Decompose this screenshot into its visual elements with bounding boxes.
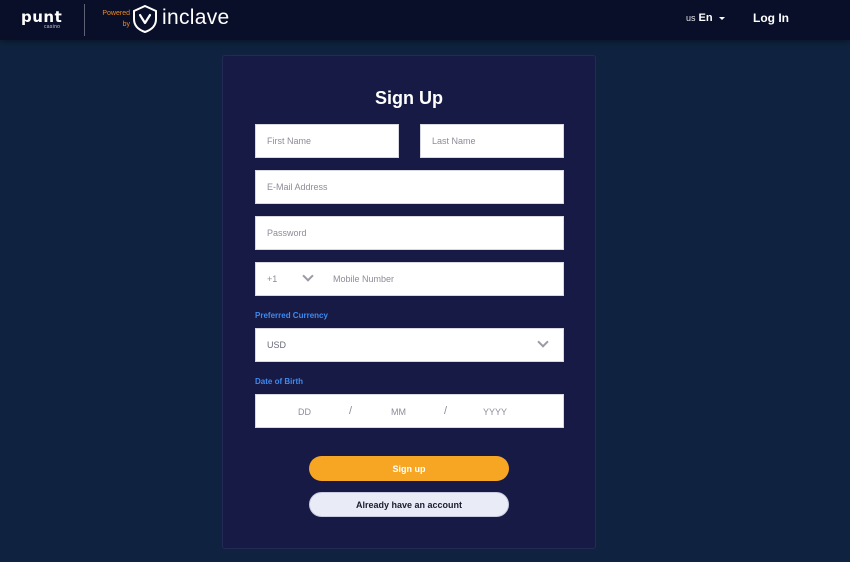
powered-by-text: Powered by [94,8,130,30]
signup-card: Sign Up First Name Last Name E-Mail Addr… [222,55,596,549]
brand-divider [84,4,85,36]
email-input[interactable]: E-Mail Address [255,170,564,204]
punt-logo-subtext: casino [44,24,61,30]
preferred-currency-label: Preferred Currency [255,311,328,320]
date-of-birth-field: DD / MM / YYYY [255,394,564,428]
password-input[interactable]: Password [255,216,564,250]
dob-month-input[interactable]: MM [391,407,406,417]
already-have-account-button[interactable]: Already have an account [309,492,509,517]
dob-separator: / [444,405,448,417]
mobile-number-input[interactable]: Mobile Number [333,274,394,284]
dob-day-input[interactable]: DD [298,407,311,417]
inclave-shield-icon [133,5,157,33]
last-name-input[interactable]: Last Name [420,124,564,158]
page-title: Sign Up [375,88,443,108]
password-placeholder: Password [267,228,307,238]
powered-by-line2: by [122,21,130,28]
powered-by-line1: Powered [102,10,130,17]
top-navigation-bar: punt casino Powered by inclave us En Log… [0,0,850,40]
country-code-value: +1 [267,274,278,284]
caret-down-icon [718,16,725,20]
punt-casino-logo[interactable]: punt casino [21,7,73,33]
date-of-birth-label: Date of Birth [255,377,303,386]
chevron-down-icon [302,270,314,282]
language-code: En [698,12,713,24]
first-name-input[interactable]: First Name [255,124,399,158]
currency-select[interactable]: USD [255,328,564,362]
signup-button[interactable]: Sign up [309,456,509,481]
mobile-number-field: +1 Mobile Number [255,262,564,296]
country-code-select[interactable]: +1 [256,263,324,295]
login-link[interactable]: Log In [753,11,789,25]
dob-separator: / [349,405,353,417]
currency-value: USD [267,340,287,350]
first-name-placeholder: First Name [267,136,312,146]
last-name-placeholder: Last Name [432,136,476,146]
chevron-down-icon [537,336,549,348]
email-placeholder: E-Mail Address [267,182,328,192]
inclave-logo-text: inclave [162,6,230,29]
dob-year-input[interactable]: YYYY [483,407,507,417]
language-selector[interactable]: us En [686,12,725,24]
us-flag-icon: us [686,13,696,23]
